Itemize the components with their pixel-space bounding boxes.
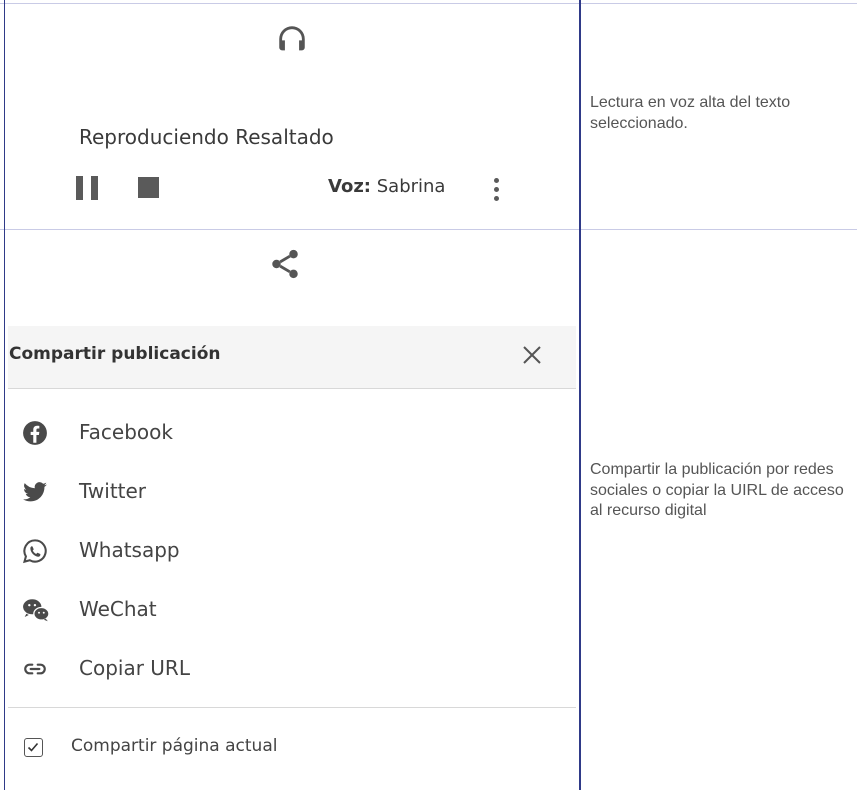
share-dialog-title: Compartir publicación	[9, 344, 221, 364]
headphones-icon	[275, 22, 309, 60]
share-whatsapp[interactable]: Whatsapp	[8, 530, 568, 570]
share-dialog-header: Compartir publicación	[8, 326, 576, 389]
table-top-border	[0, 3, 857, 4]
share-option-label: WeChat	[79, 597, 157, 621]
voice-selector[interactable]: Voz: Sabrina	[328, 176, 445, 197]
close-icon[interactable]	[521, 344, 543, 366]
reader-description: Lectura en voz alta del texto selecciona…	[590, 94, 791, 132]
wechat-icon	[22, 597, 50, 623]
share-twitter[interactable]: Twitter	[8, 471, 568, 511]
share-description: Compartir la publicación por redes socia…	[590, 461, 844, 519]
share-option-label: Twitter	[79, 479, 147, 503]
link-icon	[22, 656, 48, 682]
facebook-icon	[22, 420, 48, 446]
share-dialog: Compartir publicación Facebook Twitter W…	[8, 326, 576, 790]
checkmark-icon	[27, 742, 39, 752]
share-option-label: Whatsapp	[79, 538, 180, 562]
whatsapp-icon	[22, 538, 48, 564]
share-copy-url[interactable]: Copiar URL	[8, 648, 568, 688]
more-options-icon[interactable]	[494, 176, 500, 204]
share-facebook[interactable]: Facebook	[8, 412, 568, 452]
voice-name: Sabrina	[376, 176, 446, 197]
share-current-page-checkbox[interactable]	[24, 738, 43, 757]
twitter-icon	[22, 479, 48, 505]
voice-label: Voz:	[328, 176, 371, 197]
dialog-divider	[8, 707, 576, 708]
share-current-page-label: Compartir página actual	[71, 736, 278, 756]
reader-status: Reproduciendo Resaltado	[79, 125, 334, 149]
table-row-divider	[0, 229, 857, 230]
share-wechat[interactable]: WeChat	[8, 589, 568, 629]
share-option-label: Facebook	[79, 420, 173, 444]
pause-button[interactable]	[76, 176, 100, 200]
stop-button[interactable]	[138, 177, 159, 198]
table-left-border	[4, 0, 5, 790]
table-column-divider	[579, 0, 581, 790]
share-icon[interactable]	[268, 247, 302, 285]
share-option-label: Copiar URL	[79, 656, 190, 680]
